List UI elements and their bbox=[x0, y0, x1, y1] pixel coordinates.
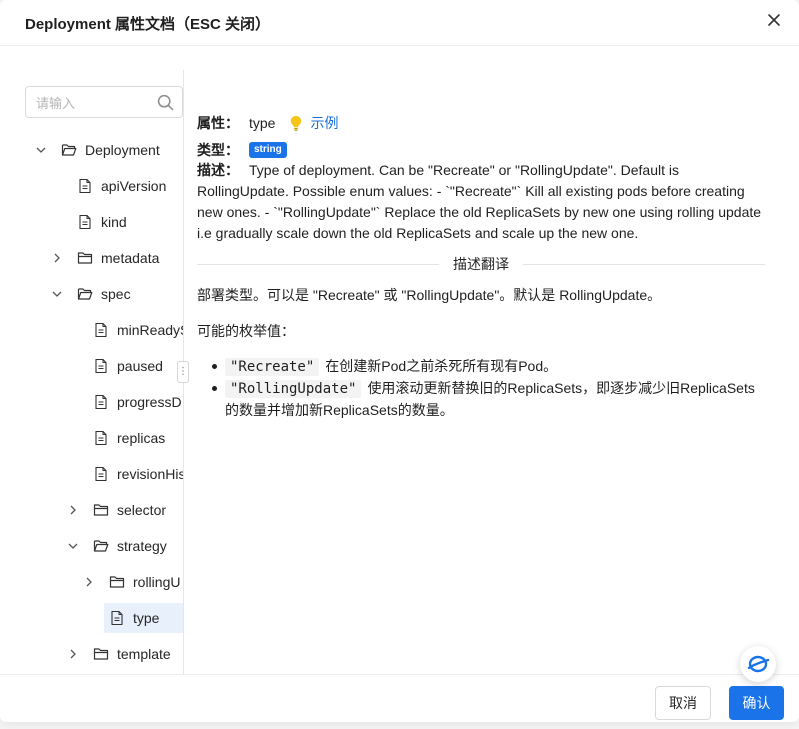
enum-list: "Recreate" 在创建新Pod之前杀死所有现有Pod。 "RollingUp… bbox=[197, 356, 765, 421]
type-row: 类型： string bbox=[197, 140, 765, 160]
property-label: 属性： bbox=[197, 114, 239, 131]
search-box bbox=[25, 86, 183, 118]
tree-item-strategy[interactable]: strategy bbox=[67, 531, 167, 561]
tree-item-label: Deployment bbox=[85, 142, 160, 158]
tree-item-minreadys[interactable]: minReadyS bbox=[67, 315, 184, 345]
enum-title: 可能的枚举值： bbox=[197, 323, 295, 339]
cancel-button[interactable]: 取消 bbox=[655, 686, 711, 720]
folder-icon bbox=[77, 250, 93, 266]
tree-item-progressd[interactable]: progressD bbox=[67, 387, 182, 417]
search-input[interactable] bbox=[36, 93, 151, 113]
tree-panel: Deployment apiVersion kind metadata spec minR… bbox=[0, 70, 184, 675]
file-icon bbox=[93, 322, 109, 338]
chevron-right-icon[interactable] bbox=[67, 648, 79, 660]
file-icon bbox=[93, 394, 109, 410]
tree-item-metadata[interactable]: metadata bbox=[51, 243, 159, 273]
folder-icon bbox=[61, 142, 77, 158]
chevron-down-icon[interactable] bbox=[51, 288, 63, 300]
description-text: Type of deployment. Can be "Recreate" or… bbox=[197, 162, 762, 241]
lightbulb-icon bbox=[291, 116, 302, 131]
pane-resize-handle[interactable]: ⋮ bbox=[177, 361, 189, 383]
dialog-footer: 取消 确认 bbox=[0, 674, 799, 722]
enum-code: "RollingUpdate" bbox=[225, 380, 362, 398]
tree-item-apiversion[interactable]: apiVersion bbox=[51, 171, 166, 201]
folder-icon bbox=[109, 574, 125, 590]
tree-item-label: replicas bbox=[117, 430, 166, 446]
confirm-button[interactable]: 确认 bbox=[729, 686, 784, 720]
tree-item-label: spec bbox=[101, 286, 131, 302]
tree-item-label: paused bbox=[117, 358, 163, 374]
property-value: type bbox=[249, 114, 276, 131]
file-icon bbox=[77, 214, 93, 230]
file-icon bbox=[109, 610, 125, 626]
folder-icon bbox=[77, 286, 93, 302]
dialog-title: Deployment 属性文档（ESC 关闭） bbox=[25, 16, 271, 33]
translation-text: 部署类型。可以是 "Recreate" 或 "RollingUpdate"。默认… bbox=[197, 287, 662, 303]
chevron-right-icon[interactable] bbox=[83, 576, 95, 588]
type-badge: string bbox=[249, 142, 287, 158]
tree-item-label: template bbox=[117, 646, 171, 662]
folder-icon bbox=[93, 646, 109, 662]
tree-item-label: rollingU bbox=[133, 574, 181, 590]
search-icon[interactable] bbox=[157, 94, 174, 111]
file-icon bbox=[93, 358, 109, 374]
assistant-icon bbox=[747, 655, 770, 673]
description-label: 描述： bbox=[197, 162, 239, 178]
tree-item-label: type bbox=[133, 610, 160, 626]
enum-item: "RollingUpdate" 使用滚动更新替换旧的ReplicaSets，即逐步… bbox=[197, 378, 765, 421]
close-button[interactable] bbox=[763, 9, 785, 31]
folder-icon bbox=[93, 502, 109, 518]
tree-item-label: apiVersion bbox=[101, 178, 167, 194]
type-label: 类型： bbox=[197, 141, 239, 158]
tree-item-label: revisionHis bbox=[117, 466, 184, 482]
tree-item-label: minReadyS bbox=[117, 322, 184, 338]
divider-label: 描述翻译 bbox=[439, 256, 523, 272]
tree-item-deployment[interactable]: Deployment bbox=[35, 135, 160, 165]
folder-icon bbox=[93, 538, 109, 554]
tree-item-rollingu[interactable]: rollingU bbox=[83, 567, 180, 597]
close-icon bbox=[768, 14, 780, 26]
tree-item-label: strategy bbox=[117, 538, 167, 554]
tree-item-kind[interactable]: kind bbox=[51, 207, 127, 237]
tree-item-template[interactable]: template bbox=[67, 639, 171, 669]
enum-text: 在创建新Pod之前杀死所有现有Pod。 bbox=[325, 358, 558, 374]
chevron-right-icon[interactable] bbox=[51, 252, 63, 264]
tree-item-type[interactable]: type bbox=[104, 603, 183, 633]
description: 描述： Type of deployment. Can be "Recreate"… bbox=[197, 160, 765, 244]
tree-item-label: progressD bbox=[117, 394, 182, 410]
file-icon bbox=[77, 178, 93, 194]
chevron-right-icon[interactable] bbox=[67, 504, 79, 516]
property-detail: 属性： type 示例 类型： string 描述： Type of deploy… bbox=[197, 112, 765, 421]
tree-item-label: kind bbox=[101, 214, 127, 230]
tree-item-label: selector bbox=[117, 502, 167, 518]
tree-item-paused[interactable]: paused bbox=[67, 351, 163, 381]
tree-item-revisionhis[interactable]: revisionHis bbox=[67, 459, 184, 489]
enum-item: "Recreate" 在创建新Pod之前杀死所有现有Pod。 bbox=[197, 356, 765, 378]
file-icon bbox=[93, 430, 109, 446]
chevron-down-icon[interactable] bbox=[35, 144, 47, 156]
property-row: 属性： type 示例 bbox=[197, 112, 765, 134]
enum-code: "Recreate" bbox=[225, 358, 320, 376]
chevron-down-icon[interactable] bbox=[67, 540, 79, 552]
tree-item-spec[interactable]: spec bbox=[51, 279, 131, 309]
property-doc-dialog: Deployment 属性文档（ESC 关闭） Deployment apiVer… bbox=[0, 0, 799, 722]
assistant-float-button[interactable] bbox=[740, 646, 776, 682]
tree-item-selector[interactable]: selector bbox=[67, 495, 166, 525]
example-link[interactable]: 示例 bbox=[310, 113, 338, 134]
dialog-header: Deployment 属性文档（ESC 关闭） bbox=[0, 0, 799, 46]
tree-item-label: metadata bbox=[101, 250, 160, 266]
translation-divider: 描述翻译 bbox=[197, 256, 765, 272]
file-icon bbox=[93, 466, 109, 482]
tree-item-replicas[interactable]: replicas bbox=[67, 423, 165, 453]
